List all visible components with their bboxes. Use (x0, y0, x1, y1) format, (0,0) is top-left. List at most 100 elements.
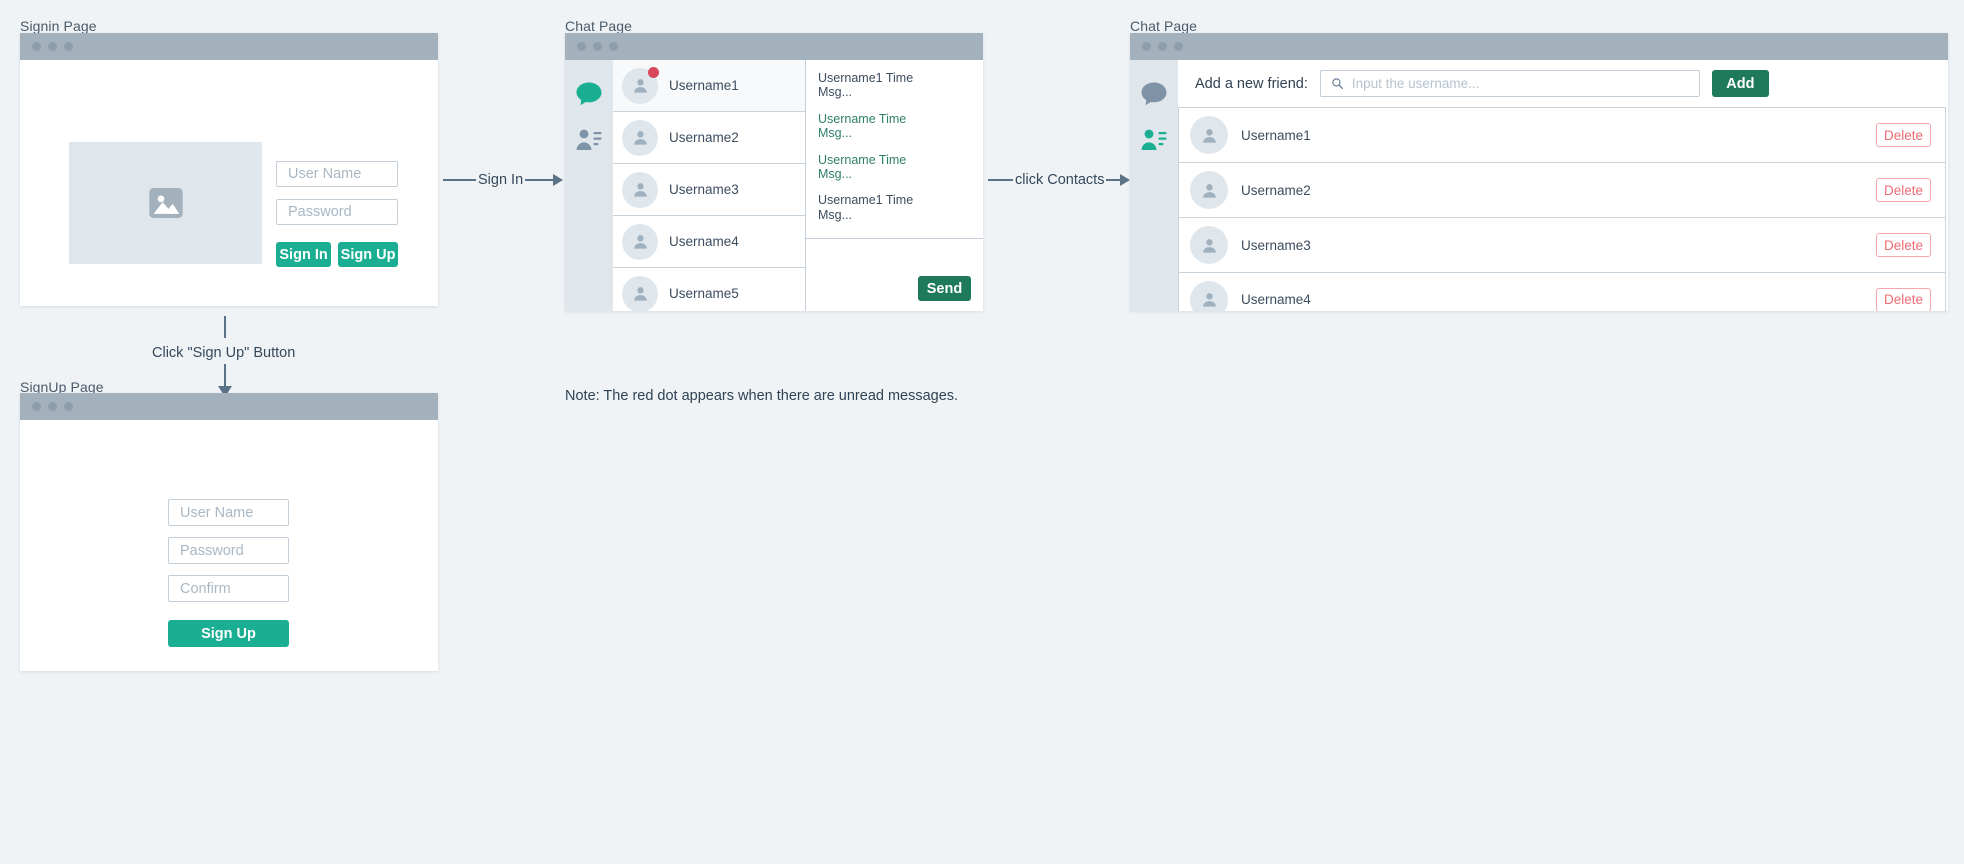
contact-row[interactable]: Username1 Delete (1178, 107, 1946, 162)
chat-message: Username Time Msg... (818, 112, 971, 141)
person-icon (633, 235, 647, 249)
chat-compose-area[interactable]: Send (806, 239, 983, 311)
message-header: Username1 Time (818, 71, 914, 85)
contacts-body: Add a new friend: Input the username... … (1130, 60, 1948, 311)
chat-user-name: Username4 (669, 234, 739, 249)
signup-confirm-input[interactable]: Confirm (168, 575, 289, 602)
sign-up-button[interactable]: Sign Up (338, 242, 398, 267)
delete-contact-button[interactable]: Delete (1876, 123, 1931, 147)
window-dot-close[interactable] (32, 42, 41, 51)
chat-message: Username Time Msg... (818, 153, 971, 182)
message-header: Username Time (818, 111, 907, 126)
image-placeholder-icon (148, 188, 183, 218)
avatar (1190, 226, 1228, 264)
arrow-line-left (988, 178, 1013, 182)
unread-dot (648, 66, 659, 78)
contacts-transition-label: click Contacts (1015, 172, 1105, 188)
chat-user-row[interactable]: Username1 (613, 60, 805, 112)
wireframe-canvas: Signin Page User Name Password Sign In S… (0, 0, 1964, 864)
contact-name: Username2 (1241, 182, 1311, 198)
add-friend-button[interactable]: Add (1711, 70, 1769, 97)
message-body: Msg... (818, 85, 853, 100)
signin-transition-arrow: Sign In (443, 172, 564, 188)
signup-password-input[interactable]: Password (168, 537, 289, 564)
contacts-frame-label: Chat Page (1130, 18, 1198, 34)
arrow-line-right (525, 178, 554, 182)
chat-note: Note: The red dot appears when there are… (565, 388, 959, 404)
contact-name: Username3 (1241, 237, 1311, 253)
signin-form: User Name Password Sign In Sign Up (276, 161, 398, 267)
chat-message-area: Username1 Time Msg... Username Time Msg.… (806, 60, 983, 239)
add-friend-bar: Add a new friend: Input the username... … (1178, 60, 1948, 107)
message-body: Msg... (818, 166, 853, 181)
avatar (622, 66, 659, 104)
contacts-layout: Add a new friend: Input the username... … (1130, 60, 1948, 311)
signup-submit-button[interactable]: Sign Up (168, 620, 289, 647)
chat-conversation-panel: Username1 Time Msg... Username Time Msg.… (806, 60, 983, 311)
window-dot-minimize[interactable] (48, 42, 57, 51)
avatar (622, 171, 658, 208)
chat-nav-rail (565, 60, 613, 311)
person-icon (1202, 238, 1216, 253)
chat-user-row[interactable]: Username4 (613, 216, 805, 268)
message-header: Username1 Time (818, 193, 914, 208)
window-dot-minimize[interactable] (48, 402, 57, 411)
window-dot-close[interactable] (1142, 42, 1151, 51)
chat-layout: Username1 Username2 Username3 Username4 … (565, 60, 983, 311)
search-icon (1332, 78, 1343, 90)
chat-bubble-icon[interactable] (575, 81, 603, 107)
signin-password-input[interactable]: Password (276, 199, 398, 225)
person-icon (633, 183, 647, 197)
chat-user-name: Username3 (669, 182, 739, 197)
signup-body: User Name Password Confirm Sign Up (20, 420, 438, 671)
arrow-line-upper (223, 316, 227, 338)
window-dot-maximize[interactable] (64, 42, 73, 51)
window-dot-minimize[interactable] (1158, 42, 1167, 51)
chat-user-row[interactable]: Username5 (613, 268, 805, 311)
chat-bubble-icon[interactable] (1140, 81, 1168, 107)
chat-user-list[interactable]: Username1 Username2 Username3 Username4 … (613, 60, 806, 311)
window-dot-maximize[interactable] (609, 42, 618, 51)
send-button[interactable]: Send (918, 276, 971, 301)
arrow-line-right (1106, 178, 1121, 182)
signin-username-input[interactable]: User Name (276, 161, 398, 187)
username-search-input[interactable]: Input the username... (1319, 70, 1700, 97)
chat-user-name: Username1 (669, 78, 739, 93)
window-dot-minimize[interactable] (593, 42, 602, 51)
signup-form: User Name Password Confirm Sign Up (168, 499, 289, 647)
chat-user-row[interactable]: Username3 (613, 164, 805, 216)
contact-row[interactable]: Username4 Delete (1178, 272, 1946, 311)
contacts-transition-arrow: click Contacts (988, 172, 1131, 188)
person-icon (633, 79, 647, 93)
chat-user-row[interactable]: Username2 (613, 112, 805, 164)
contact-row[interactable]: Username2 Delete (1178, 162, 1946, 217)
contact-row[interactable]: Username3 Delete (1178, 217, 1946, 272)
window-dot-maximize[interactable] (64, 402, 73, 411)
delete-contact-button[interactable]: Delete (1876, 287, 1931, 311)
signin-frame-label: Signin Page (20, 18, 97, 34)
signin-button-row: Sign In Sign Up (276, 242, 398, 267)
signup-titlebar (20, 393, 438, 420)
chat-titlebar (565, 33, 983, 60)
avatar (622, 223, 658, 260)
delete-contact-button[interactable]: Delete (1876, 178, 1931, 202)
contacts-icon[interactable] (575, 127, 603, 153)
chat-frame-label: Chat Page (565, 18, 633, 34)
window-dot-close[interactable] (577, 42, 586, 51)
person-icon (633, 131, 647, 145)
contacts-nav-rail (1130, 60, 1178, 311)
message-header: Username Time (818, 152, 907, 167)
window-dot-maximize[interactable] (1174, 42, 1183, 51)
window-dot-close[interactable] (32, 402, 41, 411)
avatar (622, 119, 658, 156)
arrow-line-left (443, 178, 476, 182)
contact-name: Username1 (1241, 127, 1311, 143)
signin-body: User Name Password Sign In Sign Up (20, 60, 438, 306)
delete-contact-button[interactable]: Delete (1876, 233, 1931, 257)
contact-list: Username1 Delete Username2 Delete Userna… (1178, 107, 1948, 311)
contacts-icon[interactable] (1140, 127, 1168, 153)
sign-in-button[interactable]: Sign In (276, 242, 332, 267)
avatar (1190, 171, 1228, 209)
signup-username-input[interactable]: User Name (168, 499, 289, 526)
arrow-head-right (553, 174, 564, 186)
